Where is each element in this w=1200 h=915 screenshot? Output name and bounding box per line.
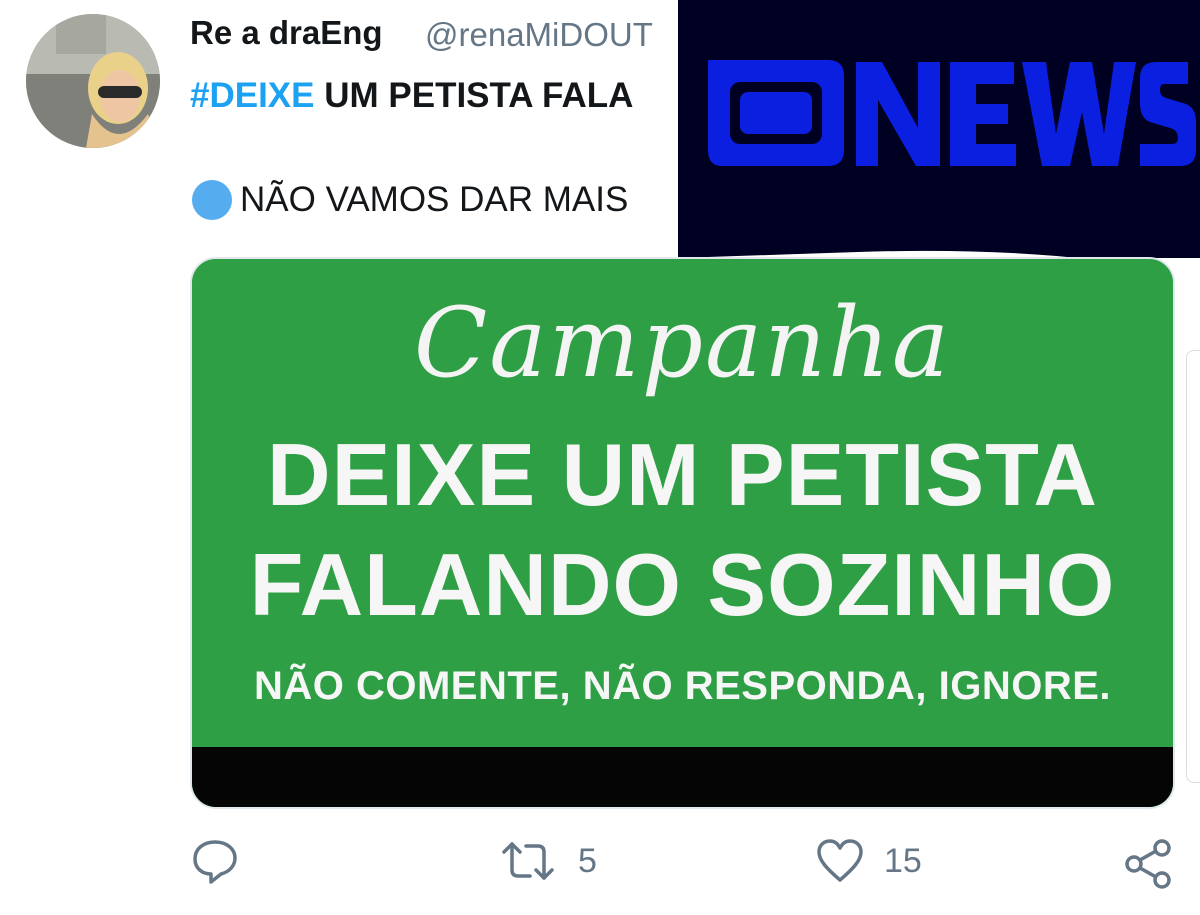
reply-button[interactable]: [192, 838, 238, 884]
card-headline-line2: FALANDO SOZINHO: [249, 535, 1116, 634]
share-button[interactable]: [1124, 838, 1172, 890]
tweet-text-line2: NÃO VAMOS DAR MAIS: [190, 180, 628, 220]
share-icon: [1125, 839, 1171, 889]
display-name[interactable]: Re a draEng: [190, 14, 383, 52]
retweet-count: 5: [578, 841, 597, 880]
hashtag-link[interactable]: #DEIXE: [190, 76, 315, 115]
heart-icon: [817, 839, 863, 882]
gnews-logo-overlay: [678, 0, 1200, 258]
card-subline: NÃO COMENTE, NÃO RESPONDA, IGNORE.: [253, 664, 1112, 708]
retweet-button[interactable]: 5: [498, 838, 597, 884]
gnews-logo: [678, 0, 1200, 258]
reply-icon: [193, 840, 237, 884]
avatar-image: [26, 14, 160, 148]
blue-circle-emoji-icon: [192, 180, 232, 220]
user-handle[interactable]: @renaMiDOUT: [425, 16, 653, 54]
card-black-strip: [192, 747, 1173, 807]
card-headline-line1: DEIXE UM PETISTA: [267, 425, 1098, 524]
side-scroll-edge[interactable]: [1186, 350, 1200, 783]
card-script-title: Campanha: [413, 287, 952, 399]
like-count: 15: [884, 841, 922, 880]
tweet-text-line1-rest: UM PETISTA FALA: [314, 76, 634, 115]
tweet-text-line2-content: NÃO VAMOS DAR MAIS: [240, 180, 629, 219]
retweet-icon: [502, 842, 554, 880]
like-button[interactable]: 15: [816, 838, 922, 884]
avatar[interactable]: [26, 14, 160, 148]
tweet-image-card[interactable]: Campanha DEIXE UM PETISTA FALANDO SOZINH…: [190, 257, 1175, 809]
tweet-text-line1: #DEIXE UM PETISTA FALA: [190, 76, 633, 116]
